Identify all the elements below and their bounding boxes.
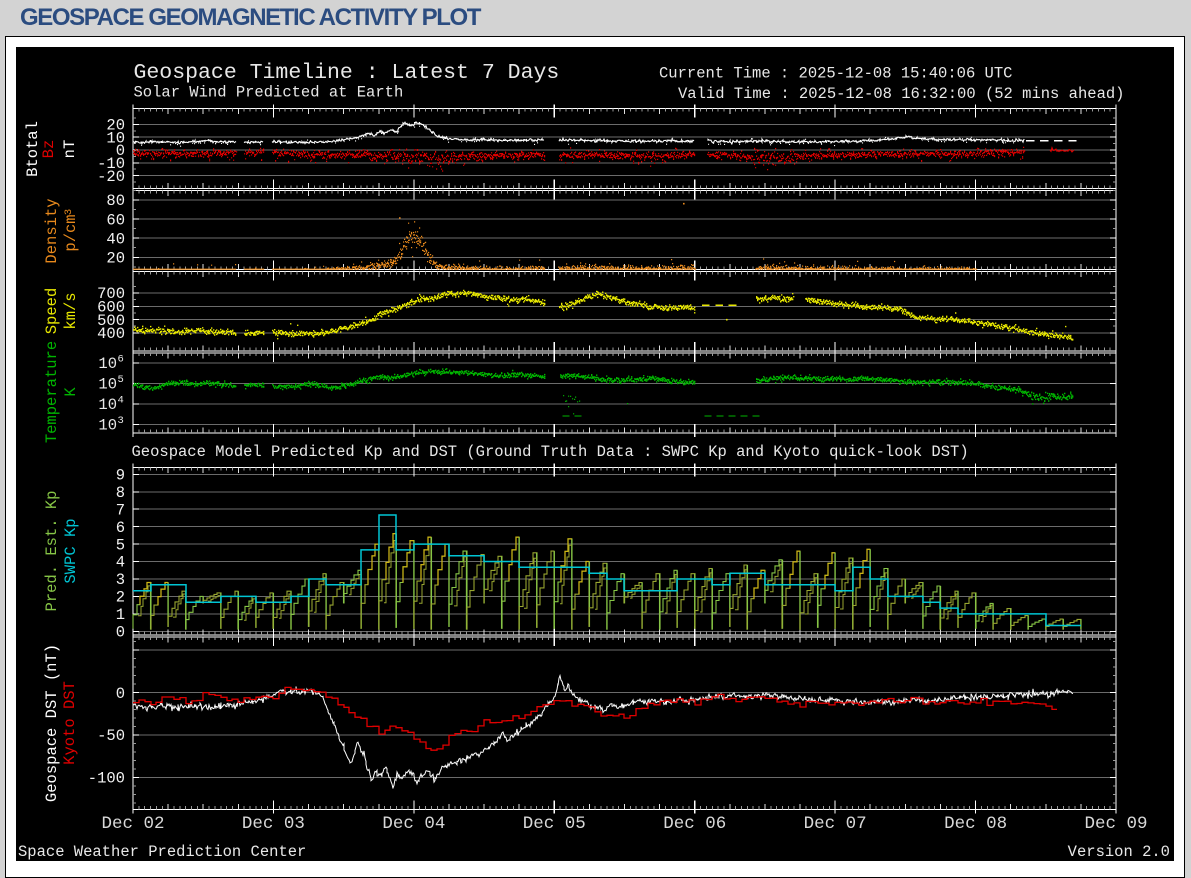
svg-text:0: 0 (116, 685, 125, 703)
svg-text:K: K (62, 387, 80, 397)
svg-text:6: 6 (116, 519, 125, 537)
svg-text:5: 5 (118, 374, 124, 386)
svg-text:0: 0 (116, 624, 125, 642)
svg-text:10: 10 (98, 355, 117, 373)
svg-text:Dec 05: Dec 05 (523, 814, 586, 834)
svg-text:p/cm: p/cm (62, 214, 80, 251)
svg-text:Solar Wind Predicted at Earth: Solar Wind Predicted at Earth (134, 84, 404, 102)
svg-text:Bz: Bz (40, 140, 58, 159)
svg-text:3: 3 (116, 571, 125, 589)
svg-text:Kyoto DST: Kyoto DST (61, 681, 79, 765)
svg-text:Geospace Model Predicted Kp an: Geospace Model Predicted Kp and DST (Gro… (132, 443, 969, 461)
svg-text:1: 1 (116, 606, 125, 624)
svg-text:9: 9 (116, 467, 125, 485)
svg-text:Current Time : 2025-12-08 15:4: Current Time : 2025-12-08 15:40:06 UTC (659, 65, 1012, 83)
svg-text:Pred. Est. Kp: Pred. Est. Kp (43, 491, 61, 612)
svg-text:7: 7 (116, 501, 125, 519)
svg-text:Dec 09: Dec 09 (1084, 814, 1147, 834)
svg-text:nT: nT (61, 140, 79, 159)
svg-text:60: 60 (106, 211, 125, 229)
svg-text:Space Weather Prediction Cente: Space Weather Prediction Center (18, 843, 306, 861)
svg-text:-100: -100 (88, 770, 125, 788)
svg-text:Dec 02: Dec 02 (101, 814, 164, 834)
svg-text:km/s: km/s (62, 292, 80, 329)
svg-text:4: 4 (116, 554, 125, 572)
svg-text:Dec 04: Dec 04 (382, 814, 445, 834)
svg-text:2: 2 (116, 589, 125, 607)
svg-text:Dec 08: Dec 08 (944, 814, 1007, 834)
svg-text:400: 400 (97, 325, 125, 343)
svg-text:8: 8 (116, 484, 125, 502)
svg-text:SWPC Kp: SWPC Kp (62, 518, 80, 583)
svg-text:Dec 07: Dec 07 (804, 814, 867, 834)
svg-text:Geospace Timeline : Latest 7 D: Geospace Timeline : Latest 7 Days (134, 61, 560, 85)
svg-text:Valid Time : 2025-12-08 16:32:: Valid Time : 2025-12-08 16:32:00 (52 min… (678, 85, 1124, 103)
svg-text:Dec 06: Dec 06 (663, 814, 726, 834)
svg-text:4: 4 (118, 395, 124, 407)
svg-text:Geospace DST (nT): Geospace DST (nT) (43, 644, 61, 802)
svg-text:40: 40 (106, 230, 125, 248)
svg-text:10: 10 (98, 417, 117, 435)
svg-text:-50: -50 (97, 727, 125, 745)
svg-text:Temperature: Temperature (43, 341, 61, 443)
svg-text:Density: Density (43, 198, 61, 263)
svg-text:10: 10 (98, 396, 117, 414)
svg-text:Speed: Speed (43, 288, 61, 335)
svg-text:6: 6 (118, 354, 124, 366)
svg-text:10: 10 (98, 376, 117, 394)
svg-text:3: 3 (118, 415, 124, 427)
svg-text:-20: -20 (97, 168, 125, 186)
svg-text:Version 2.0: Version 2.0 (1068, 843, 1170, 861)
svg-text:3: 3 (63, 209, 75, 215)
svg-text:20: 20 (106, 250, 125, 268)
svg-text:5: 5 (116, 536, 125, 554)
svg-text:Dec 03: Dec 03 (242, 814, 305, 834)
svg-text:80: 80 (106, 192, 125, 210)
